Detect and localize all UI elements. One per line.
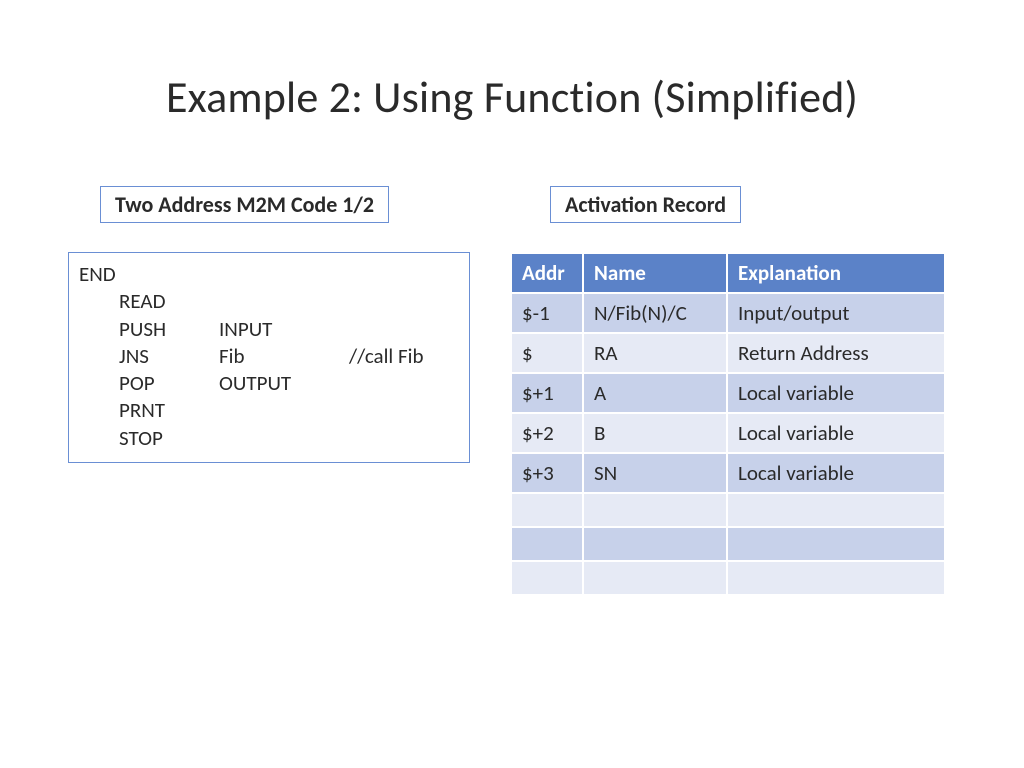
code-operand: Fib: [219, 343, 349, 370]
code-box: END READ PUSH INPUT JNS Fib //call Fib P…: [68, 252, 470, 463]
code-comment: //call Fib: [349, 343, 459, 370]
cell-explanation: Local variable: [727, 373, 945, 413]
code-line: PRNT: [79, 397, 459, 424]
cell-name: B: [583, 413, 727, 453]
cell-addr: $+3: [511, 453, 583, 493]
table-header-row: Addr Name Explanation: [511, 253, 945, 293]
code-operand: [219, 397, 349, 424]
code-line: READ: [79, 288, 459, 315]
cell-addr: $-1: [511, 293, 583, 333]
cell-addr: [511, 561, 583, 595]
code-operand: INPUT: [219, 316, 349, 343]
table-row: $+2 B Local variable: [511, 413, 945, 453]
cell-explanation: Local variable: [727, 413, 945, 453]
code-comment: [349, 261, 459, 288]
cell-explanation: [727, 561, 945, 595]
code-line: POP OUTPUT: [79, 370, 459, 397]
code-line: PUSH INPUT: [79, 316, 459, 343]
code-mnemonic: PRNT: [79, 397, 219, 424]
table-row: $+3 SN Local variable: [511, 453, 945, 493]
cell-name: [583, 493, 727, 527]
code-mnemonic: END: [79, 261, 219, 288]
table-row: [511, 561, 945, 595]
code-mnemonic: PUSH: [79, 316, 219, 343]
code-operand: [219, 261, 349, 288]
code-comment: [349, 288, 459, 315]
code-operand: [219, 425, 349, 452]
cell-explanation: Return Address: [727, 333, 945, 373]
code-operand: [219, 288, 349, 315]
code-line: JNS Fib //call Fib: [79, 343, 459, 370]
cell-name: SN: [583, 453, 727, 493]
table-row: [511, 527, 945, 561]
cell-explanation: [727, 493, 945, 527]
code-mnemonic: READ: [79, 288, 219, 315]
cell-addr: [511, 493, 583, 527]
col-header-name: Name: [583, 253, 727, 293]
slide-title: Example 2: Using Function (Simplified): [60, 70, 964, 124]
code-comment: [349, 425, 459, 452]
cell-addr: $+1: [511, 373, 583, 413]
code-comment: [349, 397, 459, 424]
table-row: $ RA Return Address: [511, 333, 945, 373]
code-operand: OUTPUT: [219, 370, 349, 397]
cell-name: RA: [583, 333, 727, 373]
code-comment: [349, 370, 459, 397]
cell-name: [583, 527, 727, 561]
cell-addr: [511, 527, 583, 561]
cell-addr: $+2: [511, 413, 583, 453]
code-mnemonic: POP: [79, 370, 219, 397]
cell-explanation: [727, 527, 945, 561]
activation-record-label: Activation Record: [550, 186, 741, 223]
col-header-addr: Addr: [511, 253, 583, 293]
cell-explanation: Local variable: [727, 453, 945, 493]
cell-addr: $: [511, 333, 583, 373]
code-box-label: Two Address M2M Code 1/2: [100, 186, 389, 223]
cell-name: [583, 561, 727, 595]
code-line: END: [79, 261, 459, 288]
activation-record-table: Addr Name Explanation $-1 N/Fib(N)/C Inp…: [510, 252, 946, 596]
col-header-explanation: Explanation: [727, 253, 945, 293]
cell-name: A: [583, 373, 727, 413]
cell-explanation: Input/output: [727, 293, 945, 333]
cell-name: N/Fib(N)/C: [583, 293, 727, 333]
code-comment: [349, 316, 459, 343]
table-row: $-1 N/Fib(N)/C Input/output: [511, 293, 945, 333]
code-mnemonic: JNS: [79, 343, 219, 370]
table-row: [511, 493, 945, 527]
table-row: $+1 A Local variable: [511, 373, 945, 413]
slide: Example 2: Using Function (Simplified) T…: [0, 0, 1024, 768]
code-mnemonic: STOP: [79, 425, 219, 452]
code-line: STOP: [79, 425, 459, 452]
